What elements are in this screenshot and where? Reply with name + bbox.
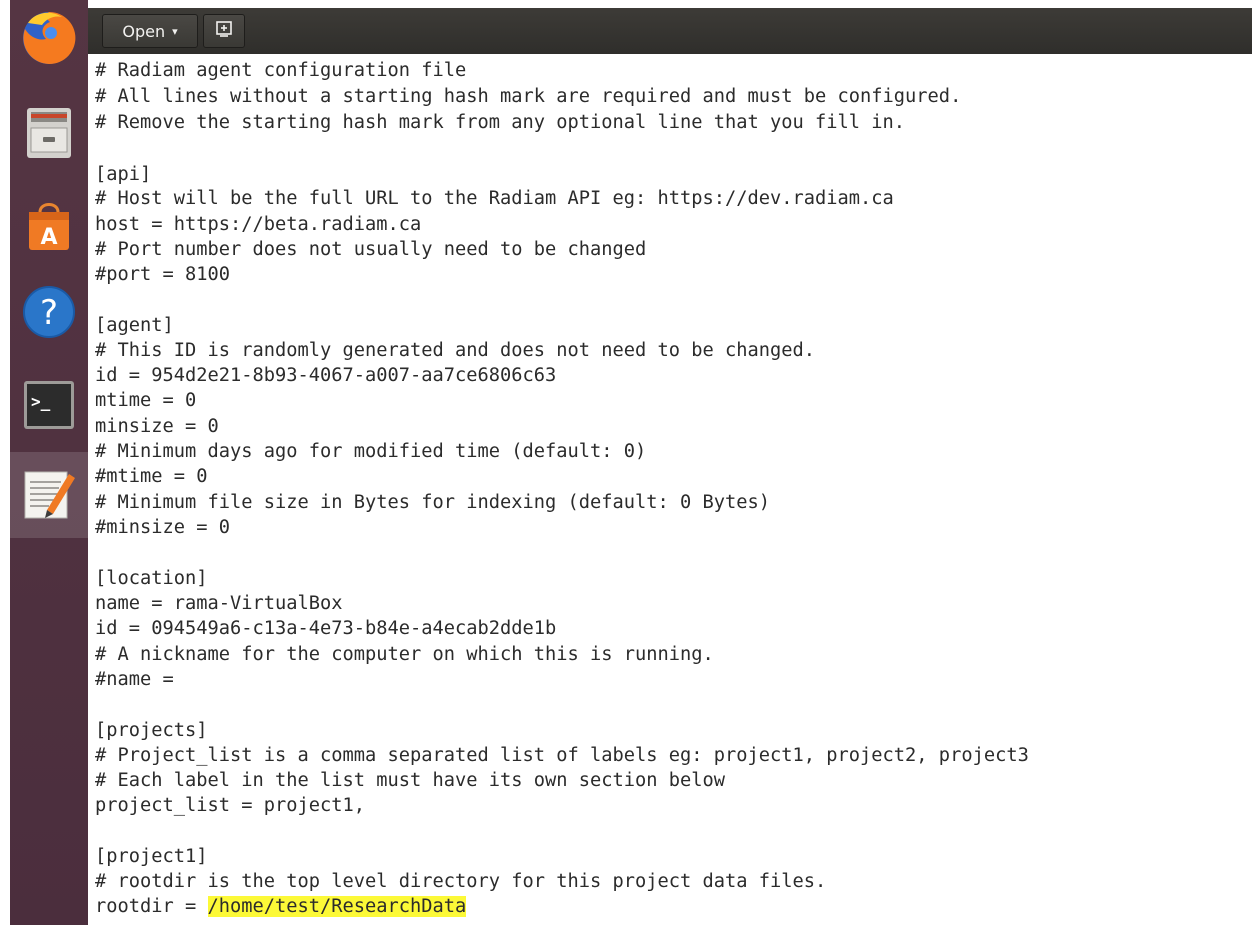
open-button-label: Open (122, 21, 166, 41)
terminal-icon: >_ (22, 379, 76, 435)
screen-edge (0, 0, 10, 925)
editor-line: # Minimum days ago for modified time (de… (95, 441, 647, 462)
editor-line: # Host will be the full URL to the Radia… (95, 188, 894, 209)
editor-line: name = rama-VirtualBox (95, 593, 343, 614)
editor-line: # rootdir is the top level directory for… (95, 871, 827, 892)
text-editor-area[interactable]: # Radiam agent configuration file # All … (88, 54, 1252, 925)
files-icon (23, 104, 75, 166)
launcher-item-terminal[interactable]: >_ (10, 372, 88, 442)
new-document-button[interactable] (203, 14, 245, 48)
text-editor-icon (19, 464, 79, 526)
new-document-icon (215, 20, 233, 42)
editor-line: # Remove the starting hash mark from any… (95, 112, 906, 133)
firefox-icon (20, 9, 78, 71)
editor-line: #port = 8100 (95, 264, 231, 285)
launcher-item-help[interactable]: ? (10, 279, 88, 349)
software-center-icon: A (24, 198, 74, 258)
launcher: A ? >_ (10, 0, 88, 925)
highlighted-path: /home/test/ResearchData (207, 896, 467, 917)
launcher-item-files[interactable] (10, 100, 88, 170)
editor-line: minsize = 0 (95, 416, 219, 437)
editor-line: # Project_list is a comma separated list… (95, 745, 1029, 766)
editor-line: # Each label in the list must have its o… (95, 770, 726, 791)
window-top-edge (88, 0, 1252, 8)
editor-line: # Minimum file size in Bytes for indexin… (95, 492, 771, 513)
launcher-item-software[interactable]: A (10, 193, 88, 263)
editor-line: mtime = 0 (95, 390, 197, 411)
editor-line: #mtime = 0 (95, 466, 208, 487)
editor-line: [agent] (95, 315, 174, 336)
svg-text:?: ? (40, 293, 58, 333)
editor-line: # All lines without a starting hash mark… (95, 86, 962, 107)
svg-text:>_: >_ (31, 392, 51, 411)
open-button[interactable]: Open ▾ (102, 14, 198, 48)
editor-line: #minsize = 0 (95, 517, 231, 538)
editor-line: [location] (95, 568, 208, 589)
editor-line: # A nickname for the computer on which t… (95, 644, 714, 665)
editor-line-rootdir: rootdir = /home/test/ResearchData (95, 895, 467, 919)
help-icon: ? (21, 284, 77, 344)
editor-line: project_list = project1, (95, 795, 366, 816)
editor-line: # Radiam agent configuration file (95, 60, 467, 81)
editor-line: [api] (95, 164, 152, 185)
editor-line: id = 094549a6-c13a-4e73-b84e-a4ecab2dde1… (95, 618, 557, 639)
editor-line: [projects] (95, 720, 208, 741)
launcher-item-firefox[interactable] (10, 5, 88, 75)
editor-line: host = https://beta.radiam.ca (95, 214, 422, 235)
launcher-item-text-editor[interactable] (10, 452, 88, 538)
rootdir-key: rootdir = (95, 896, 208, 917)
editor-line: #name = (95, 669, 174, 690)
header-bar: Open ▾ (88, 8, 1252, 54)
editor-line: # This ID is randomly generated and does… (95, 340, 816, 361)
svg-text:A: A (40, 225, 57, 250)
editor-line: id = 954d2e21-8b93-4067-a007-aa7ce6806c6… (95, 365, 557, 386)
chevron-down-icon: ▾ (172, 24, 178, 38)
editor-line: # Port number does not usually need to b… (95, 239, 647, 260)
editor-line: [project1] (95, 846, 208, 867)
